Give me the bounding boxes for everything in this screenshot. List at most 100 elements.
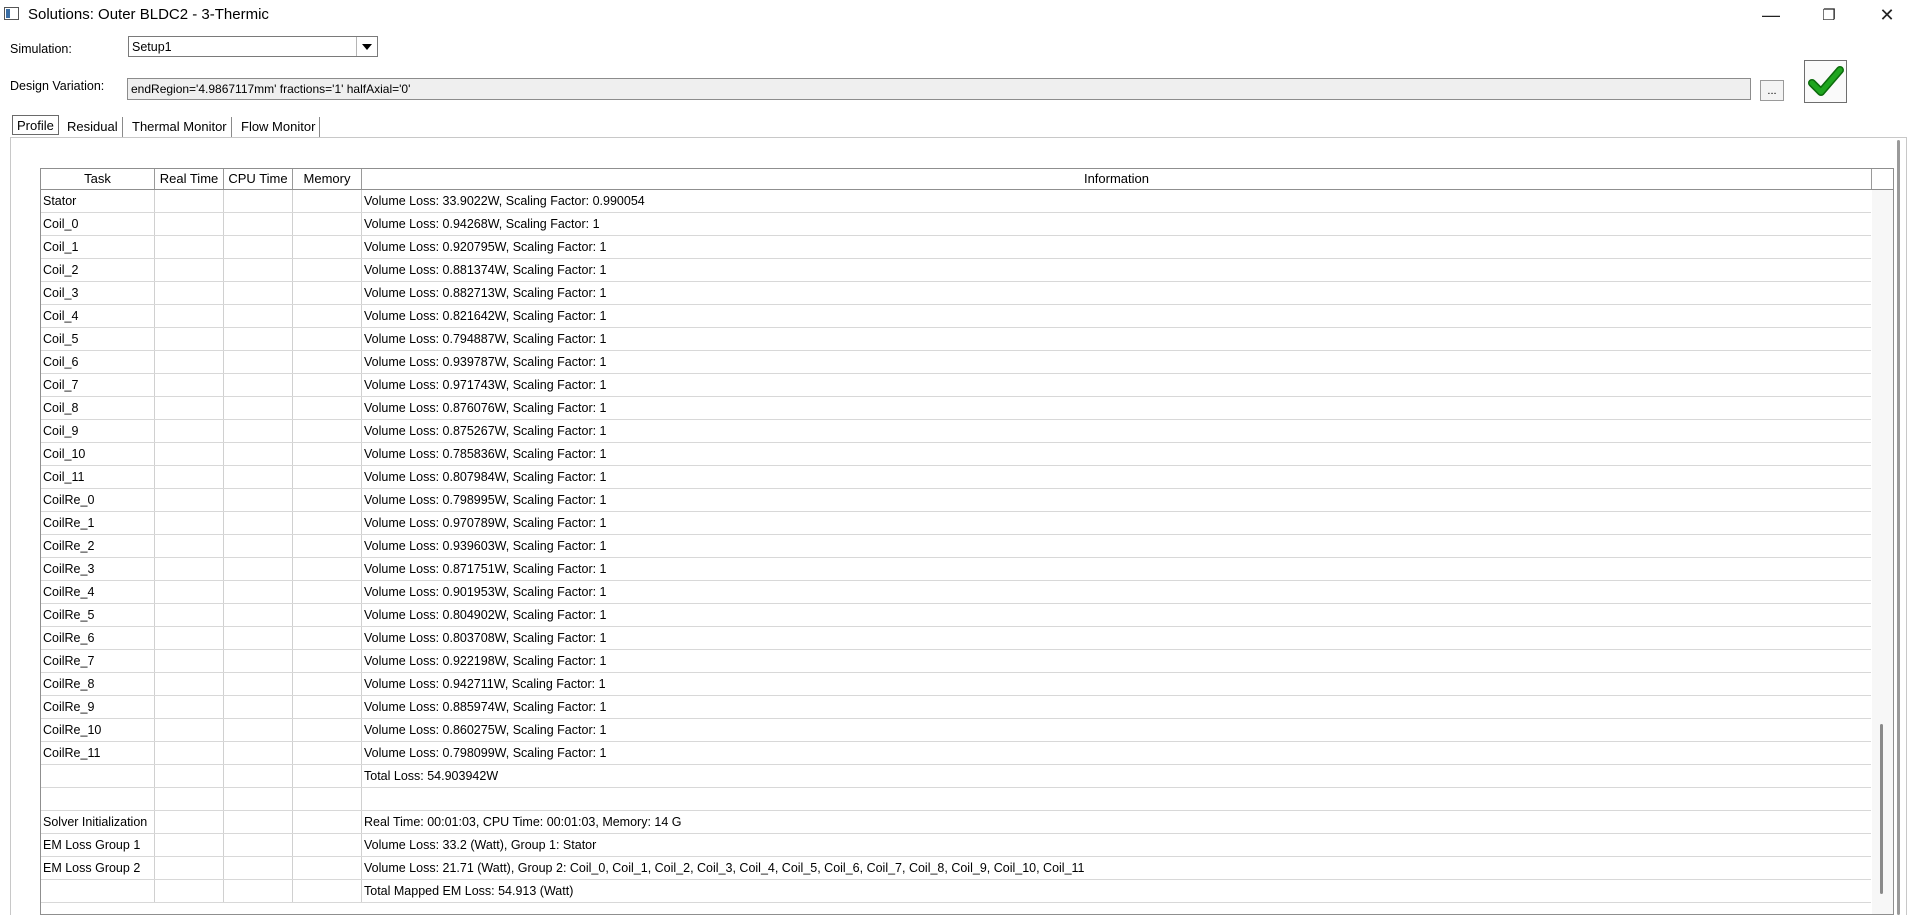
table-row[interactable]: CoilRe_9 Volume Loss: 0.885974W, Scaling … [41,696,1871,719]
panel-scrollbar-thumb[interactable] [1897,140,1900,915]
table-row[interactable]: Stator Volume Loss: 33.9022W, Scaling Fac… [41,190,1871,213]
column-header-real-time[interactable]: Real Time [155,169,224,189]
cpu-time-cell [224,374,293,396]
table-row[interactable]: CoilRe_10 Volume Loss: 0.860275W, Scaling… [41,719,1871,742]
real-time-cell [155,742,224,764]
cpu-time-cell [224,213,293,235]
memory-cell [293,374,362,396]
table-row[interactable]: CoilRe_0 Volume Loss: 0.798995W, Scaling … [41,489,1871,512]
task-cell: Coil_2 [41,259,155,281]
task-cell [41,788,155,810]
information-cell: Volume Loss: 0.939603W, Scaling Factor: … [364,539,607,553]
information-cell: Volume Loss: 0.939787W, Scaling Factor: … [364,355,607,369]
cpu-time-cell [224,512,293,534]
table-row[interactable]: CoilRe_3 Volume Loss: 0.871751W, Scaling … [41,558,1871,581]
table-row[interactable]: Coil_1 Volume Loss: 0.920795W, Scaling Fa… [41,236,1871,259]
task-cell: CoilRe_3 [41,558,155,580]
cpu-time-cell [224,627,293,649]
tab-profile[interactable]: Profile [12,115,59,135]
restore-button[interactable]: ❐ [1800,0,1858,30]
memory-cell [293,719,362,741]
table-row[interactable]: Coil_0 Volume Loss: 0.94268W, Scaling Fac… [41,213,1871,236]
table-row[interactable]: CoilRe_8 Volume Loss: 0.942711W, Scaling … [41,673,1871,696]
task-cell: CoilRe_10 [41,719,155,741]
task-cell: Coil_1 [41,236,155,258]
memory-cell [293,834,362,856]
table-row[interactable]: Coil_9 Volume Loss: 0.875267W, Scaling Fa… [41,420,1871,443]
table-row[interactable]: EM Loss Group 1 Volume Loss: 33.2 (Watt),… [41,834,1871,857]
information-cell: Total Mapped EM Loss: 54.913 (Watt) [364,884,574,898]
memory-cell [293,443,362,465]
memory-cell [293,765,362,787]
real-time-cell [155,374,224,396]
tab-flow-monitor[interactable]: Flow Monitor [237,117,321,137]
memory-cell [293,420,362,442]
real-time-cell [155,489,224,511]
table-row[interactable]: CoilRe_5 Volume Loss: 0.804902W, Scaling … [41,604,1871,627]
task-cell: CoilRe_1 [41,512,155,534]
real-time-cell [155,581,224,603]
memory-cell [293,489,362,511]
table-row[interactable]: Coil_7 Volume Loss: 0.971743W, Scaling Fa… [41,374,1871,397]
column-header-information[interactable]: Information [362,169,1872,189]
table-row[interactable]: Total Loss: 54.903942W [41,765,1871,788]
task-cell: Coil_11 [41,466,155,488]
cpu-time-cell [224,581,293,603]
table-row[interactable]: CoilRe_1 Volume Loss: 0.970789W, Scaling … [41,512,1871,535]
cpu-time-cell [224,190,293,212]
simulation-select[interactable]: Setup1 [128,36,378,57]
table-row[interactable]: CoilRe_4 Volume Loss: 0.901953W, Scaling … [41,581,1871,604]
column-header-memory[interactable]: Memory [293,169,362,189]
design-variation-field[interactable]: endRegion='4.9867117mm' fractions='1' ha… [127,78,1751,100]
task-cell: Coil_7 [41,374,155,396]
panel-scrollbar[interactable] [1893,140,1905,915]
cpu-time-cell [224,558,293,580]
tab-residual[interactable]: Residual [63,117,123,137]
memory-cell [293,305,362,327]
tab-thermal-monitor[interactable]: Thermal Monitor [128,117,232,137]
column-header-task[interactable]: Task [41,169,155,189]
task-cell [41,880,155,902]
table-row[interactable]: Coil_10 Volume Loss: 0.785836W, Scaling F… [41,443,1871,466]
cpu-time-cell [224,742,293,764]
table-row[interactable]: CoilRe_6 Volume Loss: 0.803708W, Scaling … [41,627,1871,650]
table-row[interactable]: Coil_4 Volume Loss: 0.821642W, Scaling Fa… [41,305,1871,328]
task-cell: Coil_4 [41,305,155,327]
table-scrollbar[interactable] [1872,190,1893,914]
real-time-cell [155,765,224,787]
table-row[interactable]: CoilRe_11 Volume Loss: 0.798099W, Scaling… [41,742,1871,765]
table-scrollbar-thumb[interactable] [1880,724,1883,894]
real-time-cell [155,420,224,442]
real-time-cell [155,259,224,281]
cpu-time-cell [224,305,293,327]
browse-design-variation-button[interactable]: ... [1760,80,1784,101]
real-time-cell [155,236,224,258]
table-row[interactable]: Coil_11 Volume Loss: 0.807984W, Scaling F… [41,466,1871,489]
table-row[interactable]: CoilRe_2 Volume Loss: 0.939603W, Scaling … [41,535,1871,558]
window-title: Solutions: Outer BLDC2 - 3-Thermic [28,6,269,23]
table-row[interactable]: Coil_3 Volume Loss: 0.882713W, Scaling Fa… [41,282,1871,305]
table-row[interactable]: Coil_8 Volume Loss: 0.876076W, Scaling Fa… [41,397,1871,420]
ok-button[interactable] [1804,60,1847,103]
real-time-cell [155,397,224,419]
table-row[interactable]: Solver Initialization Real Time: 00:01:03… [41,811,1871,834]
memory-cell [293,558,362,580]
information-cell: Volume Loss: 0.804902W, Scaling Factor: … [364,608,607,622]
information-cell: Volume Loss: 33.9022W, Scaling Factor: 0… [364,194,645,208]
close-button[interactable]: ✕ [1858,0,1916,30]
memory-cell [293,190,362,212]
real-time-cell [155,627,224,649]
table-row[interactable]: CoilRe_7 Volume Loss: 0.922198W, Scaling … [41,650,1871,673]
column-header-cpu-time[interactable]: CPU Time [224,169,293,189]
table-row[interactable]: Coil_6 Volume Loss: 0.939787W, Scaling Fa… [41,351,1871,374]
table-row[interactable]: Coil_5 Volume Loss: 0.794887W, Scaling Fa… [41,328,1871,351]
task-cell: CoilRe_8 [41,673,155,695]
information-cell: Volume Loss: 0.860275W, Scaling Factor: … [364,723,607,737]
table-row[interactable]: Coil_2 Volume Loss: 0.881374W, Scaling Fa… [41,259,1871,282]
table-row[interactable] [41,788,1871,811]
minimize-button[interactable]: — [1742,0,1800,30]
table-row[interactable]: EM Loss Group 2 Volume Loss: 21.71 (Watt)… [41,857,1871,880]
table-row[interactable]: Total Mapped EM Loss: 54.913 (Watt) [41,880,1871,903]
chevron-down-icon[interactable] [356,37,377,56]
task-cell [41,765,155,787]
